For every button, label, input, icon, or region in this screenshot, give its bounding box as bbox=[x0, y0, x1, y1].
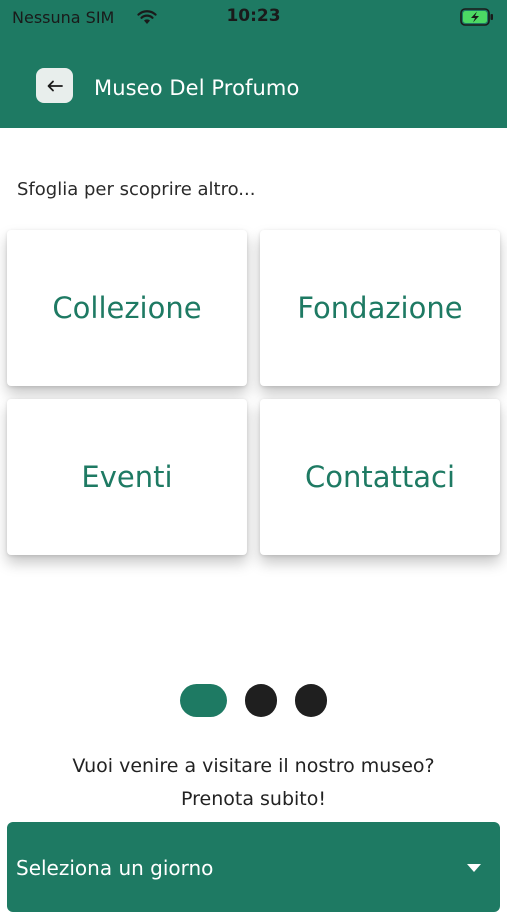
card-eventi[interactable]: Eventi bbox=[7, 399, 247, 555]
visit-question: Vuoi venire a visitare il nostro museo? bbox=[72, 755, 435, 777]
page-indicator bbox=[0, 684, 507, 717]
day-select-dropdown[interactable]: Seleziona un giorno bbox=[7, 822, 500, 912]
card-label: Eventi bbox=[81, 460, 173, 494]
card-label: Collezione bbox=[52, 291, 202, 325]
page-title: Museo Del Profumo bbox=[94, 76, 300, 100]
chevron-down-icon bbox=[467, 864, 481, 872]
card-fondazione[interactable]: Fondazione bbox=[260, 230, 500, 386]
back-button[interactable] bbox=[36, 68, 73, 103]
card-label: Fondazione bbox=[297, 291, 463, 325]
card-label: Contattaci bbox=[304, 460, 456, 494]
page-dot-active[interactable] bbox=[180, 684, 227, 717]
status-bar: Nessuna SIM 10:23 bbox=[0, 0, 507, 36]
battery-charging-icon bbox=[460, 8, 493, 26]
app-header: Nessuna SIM 10:23 Museo Del Profumo bbox=[0, 0, 507, 128]
arrow-left-icon bbox=[47, 80, 63, 91]
page-dot[interactable] bbox=[245, 684, 277, 717]
card-collezione[interactable]: Collezione bbox=[7, 230, 247, 386]
status-time: 10:23 bbox=[226, 6, 281, 26]
day-select-label: Seleziona un giorno bbox=[16, 856, 214, 880]
browse-subtitle: Sfoglia per scoprire altro... bbox=[17, 179, 256, 200]
book-now-text: Prenota subito! bbox=[181, 788, 326, 810]
page-dot[interactable] bbox=[295, 684, 327, 717]
card-contattaci[interactable]: Contattaci bbox=[260, 399, 500, 555]
